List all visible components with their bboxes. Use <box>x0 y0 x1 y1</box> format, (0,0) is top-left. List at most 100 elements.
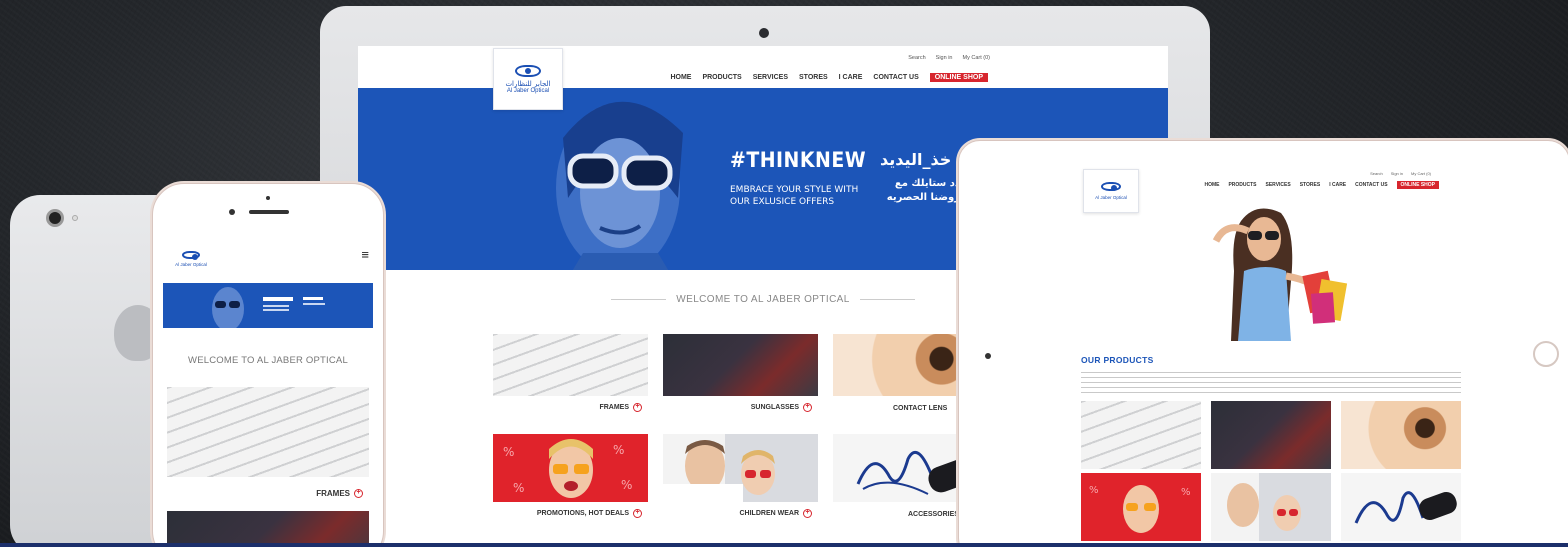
nav-products[interactable]: PRODUCTS <box>1228 182 1256 188</box>
svg-text:%: % <box>503 445 514 459</box>
nav-i-care[interactable]: I CARE <box>1329 182 1346 188</box>
cart-link[interactable]: My Cart (0) <box>963 55 991 61</box>
earpiece-speaker <box>249 210 289 214</box>
main-nav: HOME PRODUCTS SERVICES STORES I CARE CON… <box>670 73 988 82</box>
nav-home[interactable]: HOME <box>670 74 691 81</box>
tablet-camera-icon <box>985 353 991 359</box>
online-shop-button[interactable]: ONLINE SHOP <box>1396 181 1439 189</box>
category-tile-sunglasses[interactable]: SUNGLASSES + <box>663 334 818 414</box>
children-wear-image <box>663 434 818 502</box>
plus-circle-icon[interactable]: + <box>803 509 812 518</box>
our-products-heading: OUR PRODUCTS <box>1081 355 1154 365</box>
phone-hero-model-image <box>212 287 325 331</box>
nav-stores[interactable]: STORES <box>1300 182 1320 188</box>
plus-circle-icon[interactable]: + <box>633 403 642 412</box>
nav-contact-us[interactable]: CONTACT US <box>873 74 918 81</box>
tablet-utility-links: Search Sign in My Cart (0) <box>1370 171 1431 176</box>
model-with-sunglasses-image <box>556 101 683 270</box>
tablet-device: Al Jaber Optical Search Sign in My Cart … <box>958 140 1568 547</box>
products-description-text <box>1081 370 1461 394</box>
eye-logo-icon <box>1101 182 1121 191</box>
cart-link[interactable]: My Cart (0) <box>1411 171 1431 176</box>
tablet-tile-sunglasses[interactable] <box>1211 401 1331 469</box>
svg-text:%: % <box>1089 485 1099 496</box>
tile-caption: PROMOTIONS, HOT DEALS + <box>537 509 642 518</box>
sunglasses-image <box>663 334 818 396</box>
tablet-site-logo[interactable]: Al Jaber Optical <box>1083 169 1139 213</box>
front-camera-icon <box>229 209 235 215</box>
tablet-tile-accessories[interactable] <box>1341 473 1461 541</box>
bottom-accent-bar <box>0 543 1568 547</box>
sign-in-link[interactable]: Sign in <box>936 55 953 61</box>
tablet-tile-frames[interactable] <box>1081 401 1201 469</box>
hero-subtitle: EMBRACE YOUR STYLE WITH OUR EXLUSICE OFF… <box>730 185 859 207</box>
child-eye-exam-illustration <box>663 440 775 502</box>
phone-screen: Al Jaber Optical ≡ WELCOME TO AL JABER O… <box>163 239 373 547</box>
svg-text:%: % <box>513 481 524 495</box>
phone-category-tile-frames[interactable]: FRAMES + <box>167 387 369 502</box>
sunglasses-image <box>167 511 369 547</box>
svg-text:%: % <box>621 478 632 492</box>
site-logo[interactable]: الجابر للنظارات Al Jaber Optical <box>493 48 563 110</box>
frames-image <box>167 387 369 477</box>
home-button-icon <box>1533 341 1559 367</box>
tablet-tile-promotions[interactable]: % % <box>1081 473 1201 541</box>
phone-site-logo[interactable]: Al Jaber Optical <box>169 241 213 277</box>
site-header: الجابر للنظارات Al Jaber Optical Search … <box>358 46 1168 110</box>
child-eye-exam-illustration <box>1227 483 1301 531</box>
flash-icon <box>72 215 78 221</box>
tile-caption: CHILDREN WEAR + <box>740 509 812 518</box>
search-link[interactable]: Search <box>908 55 925 61</box>
tablet-main-nav: HOME PRODUCTS SERVICES STORES I CARE CON… <box>1204 181 1439 189</box>
logo-english-text: Al Jaber Optical <box>175 262 207 267</box>
tablet-screen: Al Jaber Optical Search Sign in My Cart … <box>1011 165 1519 547</box>
phone-welcome-heading: WELCOME TO AL JABER OPTICAL <box>188 355 348 366</box>
frames-image <box>493 334 648 396</box>
svg-text:%: % <box>1181 487 1191 498</box>
category-tile-frames[interactable]: FRAMES + <box>493 334 648 414</box>
phone-device: Al Jaber Optical ≡ WELCOME TO AL JABER O… <box>152 183 384 547</box>
category-tile-promotions[interactable]: % % % % PROMOTIONS, HOT DEALS + <box>493 434 648 520</box>
nav-services[interactable]: SERVICES <box>753 74 788 81</box>
tablet-tile-children-wear[interactable] <box>1211 473 1331 541</box>
logo-english-text: Al Jaber Optical <box>506 87 550 94</box>
phone-category-tile-sunglasses[interactable] <box>167 511 369 547</box>
plus-circle-icon[interactable]: + <box>354 489 363 498</box>
promo-model-illustration: % % % % <box>503 439 632 498</box>
logo-english-text: Al Jaber Optical <box>1095 195 1127 200</box>
promo-model-illustration: % % <box>1089 485 1191 533</box>
eyeglass-strap-illustration <box>1354 491 1457 524</box>
logo-arabic-text: الجابر للنظارات <box>505 79 551 88</box>
svg-text:%: % <box>613 443 624 457</box>
rear-camera-icon <box>46 209 64 227</box>
laptop-camera <box>759 28 769 38</box>
eye-logo-icon <box>515 64 541 77</box>
utility-links: Search Sign in My Cart (0) <box>908 55 990 61</box>
nav-contact-us[interactable]: CONTACT US <box>1355 182 1387 188</box>
category-tile-children-wear[interactable]: CHILDREN WEAR + <box>663 434 818 520</box>
tile-caption: CONTACT LENS <box>893 405 948 412</box>
hero-title-arabic: خذ_اليديد <box>880 150 952 169</box>
promotions-image: % % % % <box>493 434 648 502</box>
nav-services[interactable]: SERVICES <box>1266 182 1291 188</box>
sign-in-link[interactable]: Sign in <box>1391 171 1403 176</box>
online-shop-button[interactable]: ONLINE SHOP <box>929 73 988 82</box>
eye-logo-icon <box>182 251 200 260</box>
tile-caption: SUNGLASSES + <box>751 403 812 412</box>
front-sensor <box>266 196 270 200</box>
nav-stores[interactable]: STORES <box>799 74 828 81</box>
hero-subtitle-arabic: دد ستايلك مع روضنا الحصريه <box>886 178 960 203</box>
plus-circle-icon[interactable]: + <box>803 403 812 412</box>
tile-caption: FRAMES + <box>316 489 363 498</box>
nav-i-care[interactable]: I CARE <box>839 74 863 81</box>
nav-products[interactable]: PRODUCTS <box>702 74 741 81</box>
tile-caption: FRAMES + <box>599 403 642 412</box>
phone-hero-banner <box>163 283 373 331</box>
search-link[interactable]: Search <box>1370 171 1383 176</box>
hamburger-menu-icon[interactable]: ≡ <box>361 247 369 262</box>
shopping-woman-image <box>1212 208 1348 341</box>
plus-circle-icon[interactable]: + <box>633 509 642 518</box>
tile-caption: ACCESSORIES <box>908 511 959 518</box>
tablet-tile-contact-lens[interactable] <box>1341 401 1461 469</box>
nav-home[interactable]: HOME <box>1204 182 1219 188</box>
